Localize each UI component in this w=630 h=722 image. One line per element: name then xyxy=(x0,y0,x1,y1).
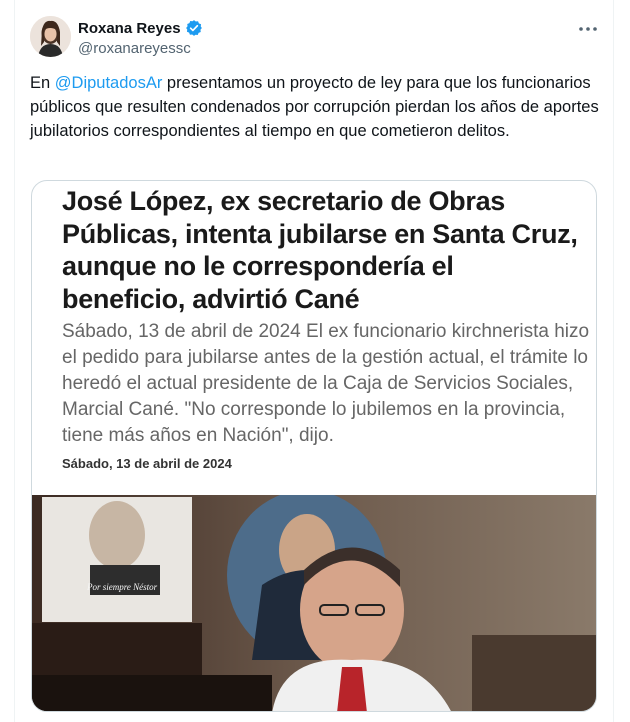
tweet-media-image[interactable]: José López, ex secretario de Obras Públi… xyxy=(31,180,597,712)
author-row[interactable]: Roxana Reyes xyxy=(78,19,203,37)
author-handle[interactable]: @roxanareyessc xyxy=(78,40,191,57)
article-photo: Por siempre Néstor xyxy=(32,495,596,711)
article-summary: Sábado, 13 de abril de 2024 El ex funcio… xyxy=(62,321,590,446)
author-name[interactable]: Roxana Reyes xyxy=(78,20,181,37)
more-options-icon[interactable] xyxy=(577,22,599,36)
mention-link[interactable]: @DiputadosAr xyxy=(55,74,163,92)
poster-caption: Por siempre Néstor xyxy=(86,582,158,592)
verified-badge-icon xyxy=(185,20,202,36)
avatar[interactable] xyxy=(30,16,71,57)
tweet-text-prefix: En xyxy=(30,74,55,92)
tweet-text: En @DiputadosAr presentamos un proyecto … xyxy=(30,71,600,143)
article-headline: José López, ex secretario de Obras Públi… xyxy=(62,186,578,314)
article-date: Sábado, 13 de abril de 2024 xyxy=(62,456,232,471)
